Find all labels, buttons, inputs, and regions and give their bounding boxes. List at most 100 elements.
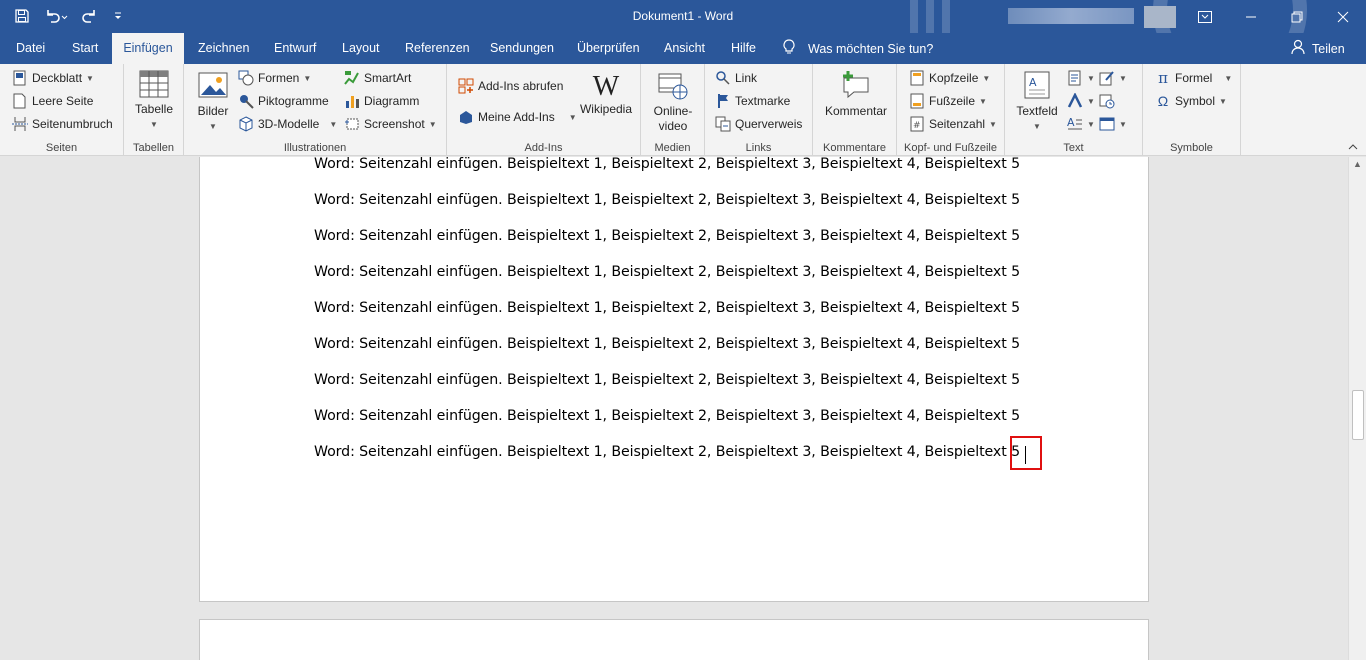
formel-button[interactable]: π Formel ▼ <box>1155 69 1232 87</box>
meine-add-ins-button[interactable]: Meine Add-Ins ▼ <box>458 109 577 125</box>
symbol-button[interactable]: Ω Symbol ▼ <box>1155 93 1227 109</box>
chevron-down-icon: ▼ <box>1087 96 1095 106</box>
kommentar-label: Kommentar <box>824 104 888 118</box>
account-info[interactable] <box>1008 6 1176 28</box>
tab-ueberpruefen[interactable]: Überprüfen <box>567 33 650 64</box>
paragraph[interactable]: Word: Seitenzahl einfügen. Beispieltext … <box>314 157 1020 172</box>
scroll-up-arrow-icon[interactable]: ▲ <box>1353 159 1362 169</box>
tab-start[interactable]: Start <box>62 33 108 64</box>
paragraph[interactable]: Word: Seitenzahl einfügen. Beispieltext … <box>314 408 1020 424</box>
group-label-kopf-fusszeile: Kopf- und Fußzeile <box>904 142 997 154</box>
tab-layout[interactable]: Layout <box>332 33 390 64</box>
pi-icon: π <box>1158 69 1168 87</box>
chevron-down-icon: ▼ <box>428 119 437 129</box>
shapes-icon <box>238 70 254 86</box>
quick-parts-button[interactable]: ▼ <box>1067 70 1095 86</box>
next-document-page[interactable] <box>199 619 1149 660</box>
minimize-icon[interactable] <box>1228 0 1274 33</box>
chevron-down-icon: ▼ <box>979 96 987 106</box>
link-button[interactable]: Link <box>715 70 757 86</box>
screenshot-button[interactable]: Screenshot ▼ <box>344 116 437 132</box>
person-icon <box>1290 39 1306 58</box>
onlinevideo-button[interactable]: Online- video <box>649 70 697 134</box>
smartart-button[interactable]: SmartArt <box>344 70 411 86</box>
tab-referenzen[interactable]: Referenzen <box>395 33 480 64</box>
paragraph[interactable]: Word: Seitenzahl einfügen. Beispieltext … <box>314 444 1020 460</box>
group-symbole: π Formel ▼ Ω Symbol ▼ Symbole <box>1143 64 1241 156</box>
lightbulb-icon <box>782 39 796 58</box>
cursor-highlight-box <box>1010 436 1042 470</box>
paragraph[interactable]: Word: Seitenzahl einfügen. Beispieltext … <box>314 264 1020 280</box>
fusszeile-button[interactable]: Fußzeile ▼ <box>909 93 987 109</box>
textbox-icon: A <box>1023 70 1051 104</box>
querverweis-label: Querverweis <box>735 117 803 131</box>
deckblatt-button[interactable]: Deckblatt ▼ <box>12 70 94 86</box>
scrollbar-thumb[interactable] <box>1352 390 1364 440</box>
collapse-ribbon-icon[interactable] <box>1348 142 1358 153</box>
diagramm-label: Diagramm <box>364 94 420 108</box>
document-page[interactable]: Word: Seitenzahl einfügen. Beispieltext … <box>199 157 1149 602</box>
ribbon: Deckblatt ▼ Leere Seite Seitenumbruch Sei… <box>0 64 1366 156</box>
tab-zeichnen[interactable]: Zeichnen <box>188 33 259 64</box>
seitenumbruch-button[interactable]: Seitenumbruch <box>12 116 113 132</box>
group-links: Link Textmarke Querverweis Links <box>705 64 813 156</box>
textfeld-button[interactable]: A Textfeld ▼ <box>1013 70 1061 134</box>
formen-button[interactable]: Formen ▼ <box>238 70 311 86</box>
onlinevideo-label-1: Online- <box>653 104 693 118</box>
leere-seite-button[interactable]: Leere Seite <box>12 93 93 109</box>
paragraph[interactable]: Word: Seitenzahl einfügen. Beispieltext … <box>314 300 1020 316</box>
object-button[interactable]: ▼ <box>1099 116 1127 132</box>
svg-text:A: A <box>1067 116 1075 129</box>
ribbon-display-options-icon[interactable] <box>1182 0 1228 33</box>
date-time-button[interactable] <box>1099 93 1115 109</box>
vertical-scrollbar[interactable]: ▲ <box>1348 157 1366 660</box>
screenshot-icon <box>344 116 360 132</box>
seitenzahl-button[interactable]: # Seitenzahl ▼ <box>909 116 997 132</box>
wordart-button[interactable]: ▼ <box>1067 93 1095 109</box>
link-icon <box>715 70 731 86</box>
chevron-down-icon: ▼ <box>209 122 217 131</box>
diagramm-button[interactable]: Diagramm <box>344 93 419 109</box>
chevron-down-icon: ▼ <box>1119 119 1127 129</box>
signature-line-button[interactable]: ▼ <box>1099 70 1127 86</box>
3d-modelle-button[interactable]: 3D-Modelle ▼ <box>238 116 337 132</box>
paragraph[interactable]: Word: Seitenzahl einfügen. Beispieltext … <box>314 372 1020 388</box>
group-label-addins: Add-Ins <box>524 142 563 154</box>
tab-einfuegen[interactable]: Einfügen <box>112 33 184 64</box>
tab-ansicht[interactable]: Ansicht <box>654 33 715 64</box>
bilder-button[interactable]: Bilder ▼ <box>194 70 232 134</box>
textmarke-button[interactable]: Textmarke <box>715 93 790 109</box>
tab-sendungen[interactable]: Sendungen <box>480 33 564 64</box>
paragraph[interactable]: Word: Seitenzahl einfügen. Beispieltext … <box>314 192 1020 208</box>
paragraph[interactable]: Word: Seitenzahl einfügen. Beispieltext … <box>314 336 1020 352</box>
add-ins-abrufen-button[interactable]: Add-Ins abrufen <box>458 78 563 94</box>
paragraph[interactable]: Word: Seitenzahl einfügen. Beispieltext … <box>314 228 1020 244</box>
kopfzeile-button[interactable]: Kopfzeile ▼ <box>909 70 990 86</box>
page-break-icon <box>12 116 28 132</box>
tell-me-search[interactable]: Was möchten Sie tun? <box>782 33 933 64</box>
share-button[interactable]: Teilen <box>1290 33 1345 64</box>
piktogramme-button[interactable]: Piktogramme <box>238 93 329 109</box>
drop-cap-button[interactable]: A ▼ <box>1067 116 1095 132</box>
drop-cap-icon: A <box>1067 116 1083 132</box>
restore-icon[interactable] <box>1274 0 1320 33</box>
seitenumbruch-label: Seitenumbruch <box>32 117 113 131</box>
footer-icon <box>909 93 925 109</box>
querverweis-button[interactable]: Querverweis <box>715 116 802 132</box>
chevron-down-icon: ▼ <box>1119 73 1127 83</box>
screenshot-label: Screenshot <box>364 117 425 131</box>
group-label-kommentare: Kommentare <box>823 142 886 154</box>
kommentar-button[interactable]: Kommentar <box>821 70 891 119</box>
tabelle-button[interactable]: Tabelle ▼ <box>134 70 174 132</box>
wikipedia-button[interactable]: W Wikipedia <box>575 72 637 117</box>
piktogramme-label: Piktogramme <box>258 94 329 108</box>
tab-datei[interactable]: Datei <box>6 33 55 64</box>
leere-seite-label: Leere Seite <box>32 94 94 108</box>
close-icon[interactable] <box>1320 0 1366 33</box>
group-kopf-fusszeile: Kopfzeile ▼ Fußzeile ▼ # Seitenzahl ▼ Kopf-… <box>897 64 1005 156</box>
group-label-medien: Medien <box>654 142 691 154</box>
tab-entwurf[interactable]: Entwurf <box>264 33 326 64</box>
tab-hilfe[interactable]: Hilfe <box>721 33 766 64</box>
chevron-down-icon: ▼ <box>1219 96 1227 106</box>
object-icon <box>1099 116 1115 132</box>
